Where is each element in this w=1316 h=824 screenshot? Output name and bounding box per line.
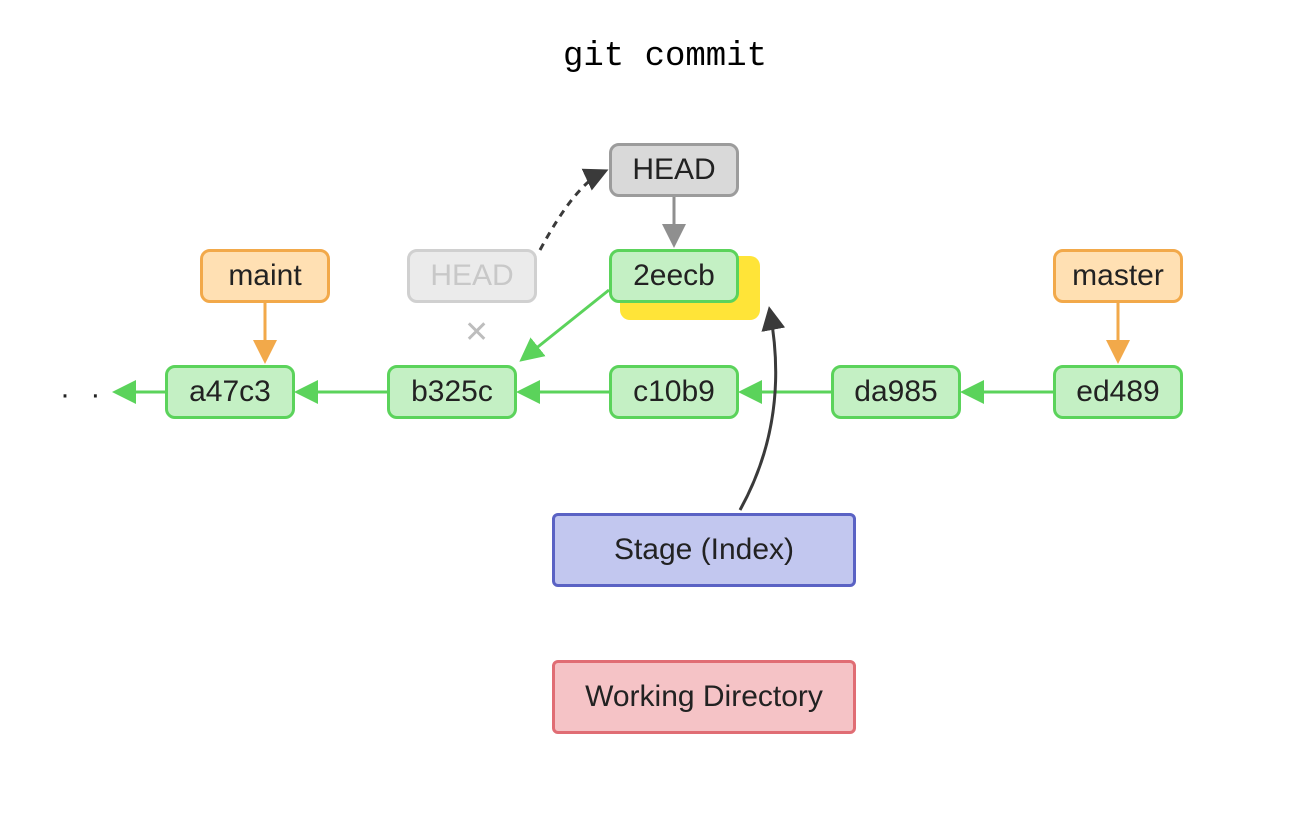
arrow-2eecb-to-b325c bbox=[524, 290, 609, 358]
arrow-head-move bbox=[540, 172, 603, 250]
commit-2eecb: 2eecb bbox=[609, 249, 739, 303]
commit-a47c3: a47c3 bbox=[165, 365, 295, 419]
arrow-stage-to-2eecb bbox=[740, 312, 776, 510]
commit-da985: da985 bbox=[831, 365, 961, 419]
branch-master: master bbox=[1053, 249, 1183, 303]
stage-index-box: Stage (Index) bbox=[552, 513, 856, 587]
commit-ed489: ed489 bbox=[1053, 365, 1183, 419]
working-directory-box: Working Directory bbox=[552, 660, 856, 734]
head-previous: HEAD bbox=[407, 249, 537, 303]
ghost-x-icon: ✕ bbox=[464, 315, 489, 350]
head-current: HEAD bbox=[609, 143, 739, 197]
history-ellipsis: · · · bbox=[60, 378, 137, 412]
commit-b325c: b325c bbox=[387, 365, 517, 419]
commit-c10b9: c10b9 bbox=[609, 365, 739, 419]
diagram-canvas: git commit · · · a47c3 b325c c10b9 da985… bbox=[0, 0, 1316, 824]
diagram-title: git commit bbox=[540, 38, 790, 76]
branch-maint: maint bbox=[200, 249, 330, 303]
